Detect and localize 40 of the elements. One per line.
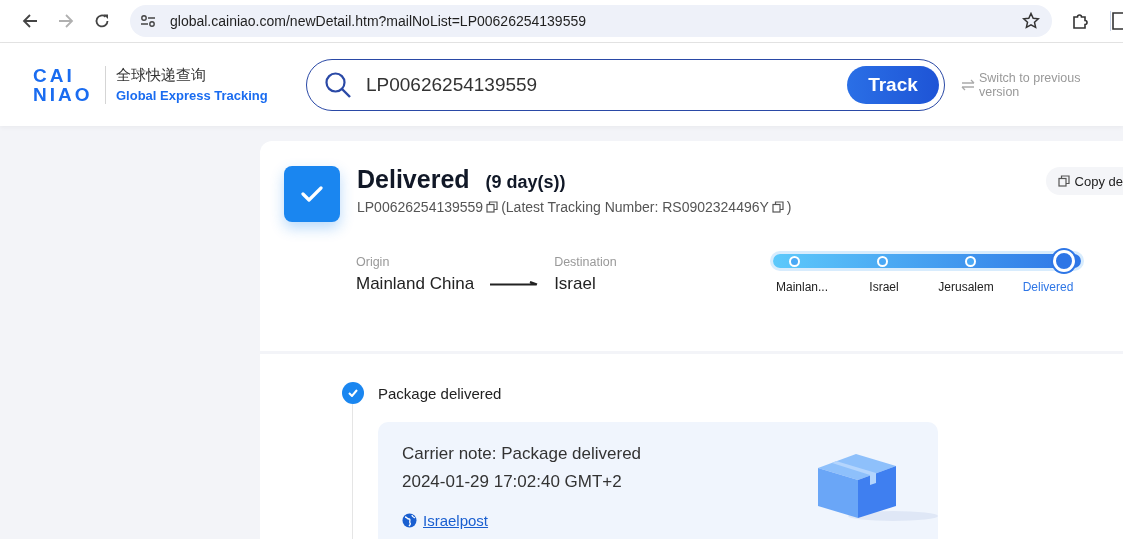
destination-label: Destination <box>554 255 617 269</box>
latest-tracking-number: (Latest Tracking Number: RS0902324496Y <box>501 199 769 215</box>
origin-label: Origin <box>356 255 390 269</box>
transit-duration: (9 day(s)) <box>485 172 566 193</box>
copy-button[interactable]: Copy de <box>1045 167 1123 195</box>
copy-icon <box>1057 175 1070 187</box>
site-settings-icon[interactable] <box>140 14 156 28</box>
logo-text: NIAO <box>33 84 94 104</box>
check-icon <box>348 389 358 397</box>
step-label: Israel <box>869 280 899 294</box>
switch-icon[interactable] <box>961 78 975 91</box>
destination-value: Israel <box>554 274 596 294</box>
carrier-note: Carrier note: Package delivered <box>402 444 642 464</box>
search-icon <box>324 70 352 99</box>
track-button[interactable]: Track <box>847 65 939 104</box>
step-label: Mainlan... <box>776 280 828 294</box>
closing-parenthesis: ) <box>786 199 792 215</box>
globe-icon <box>402 513 417 528</box>
event-title: Package delivered <box>378 384 502 402</box>
step-label: Delivered <box>1022 280 1074 294</box>
reload-icon[interactable] <box>94 13 110 29</box>
address-bar[interactable]: global.cainiao.com/newDetail.htm?mailNoList=LP00626254139559 <box>130 5 1052 37</box>
window-icon[interactable] <box>1111 12 1123 30</box>
origin-value: Mainland China <box>356 274 475 294</box>
back-icon[interactable] <box>22 13 38 29</box>
star-icon[interactable] <box>1022 12 1040 30</box>
brand-name: 全球快递查询 <box>116 66 206 85</box>
carrier-link[interactable]: Israelpost <box>423 512 489 529</box>
step-label: Jerusalem <box>938 280 994 294</box>
check-icon <box>301 185 323 203</box>
arrow-icon <box>490 281 539 287</box>
puzzle-icon[interactable] <box>1071 12 1089 30</box>
tracking-number: LP00626254139559 <box>357 199 484 215</box>
copy-icon <box>771 201 784 213</box>
logo-text: CAI <box>33 65 76 85</box>
copy-icon <box>486 201 499 213</box>
status-title: Delivered <box>357 165 470 194</box>
event-time: 2024-01-29 17:02:40 GMT+2 <box>402 472 622 492</box>
brand-tagline: Global Express Tracking <box>116 88 268 103</box>
url-text: global.cainiao.com/newDetail.htm?mailNoList=LP00626254139559 <box>170 13 587 29</box>
